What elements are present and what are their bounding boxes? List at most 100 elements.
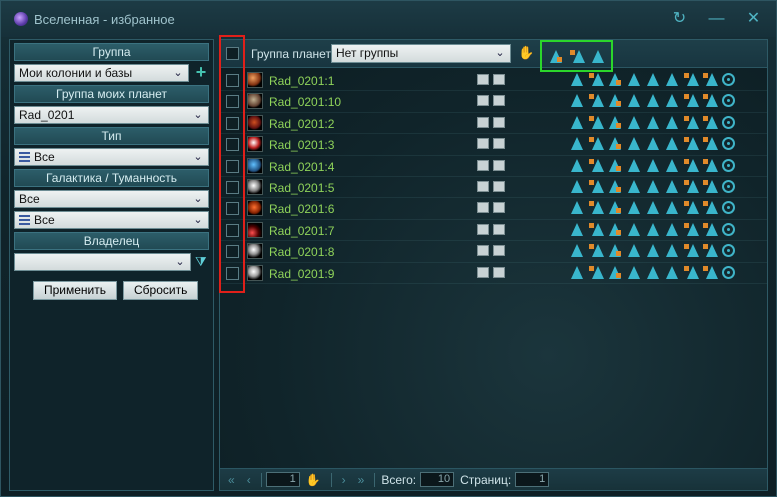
planet-thumbnail[interactable]	[247, 136, 263, 153]
expedition-icon[interactable]	[702, 158, 718, 173]
fleet-icon[interactable]	[569, 179, 584, 194]
galaxy-view-icon[interactable]	[477, 202, 489, 214]
expedition-icon[interactable]	[702, 136, 718, 151]
galaxy-view-icon[interactable]	[477, 138, 489, 150]
planet-row[interactable]: Rad_0201:7	[220, 220, 767, 242]
expedition-icon[interactable]	[702, 222, 718, 237]
system-view-icon[interactable]	[493, 202, 505, 214]
owner-select[interactable]: ⌄	[14, 253, 191, 271]
transport-icon[interactable]	[588, 179, 604, 194]
colonize-icon[interactable]	[645, 243, 660, 258]
expedition-icon[interactable]	[702, 265, 718, 280]
bulk-fleet-icon[interactable]	[548, 49, 563, 64]
transport-icon[interactable]	[588, 72, 604, 87]
expedition-icon[interactable]	[702, 72, 718, 87]
spy-icon[interactable]	[626, 243, 641, 258]
close-icon[interactable]: ✕	[745, 10, 762, 27]
recycle-icon[interactable]	[683, 265, 699, 280]
planet-row[interactable]: Rad_0201:2	[220, 113, 767, 135]
next-page-icon[interactable]: ›	[342, 473, 346, 487]
transport-icon[interactable]	[588, 200, 604, 215]
filter-clear-icon[interactable]: ⧩	[195, 254, 209, 270]
deploy-icon[interactable]	[664, 179, 679, 194]
target-icon[interactable]	[721, 265, 736, 280]
transport-icon[interactable]	[588, 115, 604, 130]
target-icon[interactable]	[721, 115, 736, 130]
planet-thumbnail[interactable]	[247, 243, 263, 260]
transport-icon[interactable]	[588, 222, 604, 237]
planet-group-select[interactable]: Нет группы ⌄	[331, 44, 511, 63]
transport-icon[interactable]	[588, 136, 604, 151]
planet-name[interactable]: Rad_0201:6	[269, 202, 334, 216]
type-select[interactable]: Все ⌄	[14, 148, 209, 166]
fleet-icon[interactable]	[569, 93, 584, 108]
system-view-icon[interactable]	[493, 266, 505, 278]
first-page-icon[interactable]: «	[228, 473, 235, 487]
fleet-icon[interactable]	[569, 115, 584, 130]
attack-icon[interactable]	[607, 158, 622, 173]
planet-name[interactable]: Rad_0201:7	[269, 224, 334, 238]
colonize-icon[interactable]	[645, 93, 660, 108]
fleet-icon[interactable]	[569, 200, 584, 215]
fleet-icon[interactable]	[569, 243, 584, 258]
planet-name[interactable]: Rad_0201:3	[269, 138, 334, 152]
expedition-icon[interactable]	[702, 200, 718, 215]
recycle-icon[interactable]	[683, 243, 699, 258]
fleet-icon[interactable]	[569, 265, 584, 280]
galaxy-select[interactable]: Все ⌄	[14, 190, 209, 208]
colonize-icon[interactable]	[645, 265, 660, 280]
colonize-icon[interactable]	[645, 136, 660, 151]
deploy-icon[interactable]	[664, 158, 679, 173]
expedition-icon[interactable]	[702, 243, 718, 258]
transport-icon[interactable]	[588, 158, 604, 173]
target-icon[interactable]	[721, 179, 736, 194]
attack-icon[interactable]	[607, 93, 622, 108]
galaxy-view-icon[interactable]	[477, 223, 489, 235]
colonize-icon[interactable]	[645, 200, 660, 215]
target-icon[interactable]	[721, 200, 736, 215]
bulk-transport-icon[interactable]	[569, 49, 585, 64]
system-view-icon[interactable]	[493, 138, 505, 150]
nebula-select[interactable]: Все ⌄	[14, 211, 209, 229]
colonize-icon[interactable]	[645, 222, 660, 237]
apply-button[interactable]: Применить	[33, 281, 118, 300]
planet-row[interactable]: Rad_0201:10	[220, 91, 767, 113]
galaxy-view-icon[interactable]	[477, 74, 489, 85]
galaxy-view-icon[interactable]	[477, 95, 489, 107]
expedition-icon[interactable]	[702, 115, 718, 130]
expedition-icon[interactable]	[702, 93, 718, 108]
add-group-button[interactable]: +	[193, 63, 209, 81]
recycle-icon[interactable]	[683, 200, 699, 215]
deploy-icon[interactable]	[664, 243, 679, 258]
transport-icon[interactable]	[588, 93, 604, 108]
refresh-icon[interactable]: ↻	[671, 10, 688, 27]
planet-thumbnail[interactable]	[247, 114, 263, 131]
planet-thumbnail[interactable]	[247, 264, 263, 281]
planet-row[interactable]: Rad_0201:1	[220, 70, 767, 92]
attack-icon[interactable]	[607, 179, 622, 194]
spy-icon[interactable]	[626, 72, 641, 87]
spy-icon[interactable]	[626, 200, 641, 215]
deploy-icon[interactable]	[664, 72, 679, 87]
system-view-icon[interactable]	[493, 223, 505, 235]
system-view-icon[interactable]	[493, 74, 505, 85]
planet-name[interactable]: Rad_0201:8	[269, 245, 334, 259]
colonize-icon[interactable]	[645, 179, 660, 194]
spy-icon[interactable]	[626, 222, 641, 237]
colonize-icon[interactable]	[645, 72, 660, 87]
fleet-icon[interactable]	[569, 222, 584, 237]
planet-row[interactable]: Rad_0201:8	[220, 241, 767, 263]
bulk-attack-icon[interactable]	[590, 49, 605, 64]
galaxy-view-icon[interactable]	[477, 116, 489, 128]
deploy-icon[interactable]	[664, 265, 679, 280]
galaxy-view-icon[interactable]	[477, 266, 489, 278]
colonize-icon[interactable]	[645, 115, 660, 130]
deploy-icon[interactable]	[664, 93, 679, 108]
prev-page-icon[interactable]: ‹	[247, 473, 251, 487]
attack-icon[interactable]	[607, 243, 622, 258]
target-icon[interactable]	[721, 243, 736, 258]
target-icon[interactable]	[721, 158, 736, 173]
system-view-icon[interactable]	[493, 180, 505, 192]
attack-icon[interactable]	[607, 265, 622, 280]
planet-thumbnail[interactable]	[247, 93, 263, 110]
